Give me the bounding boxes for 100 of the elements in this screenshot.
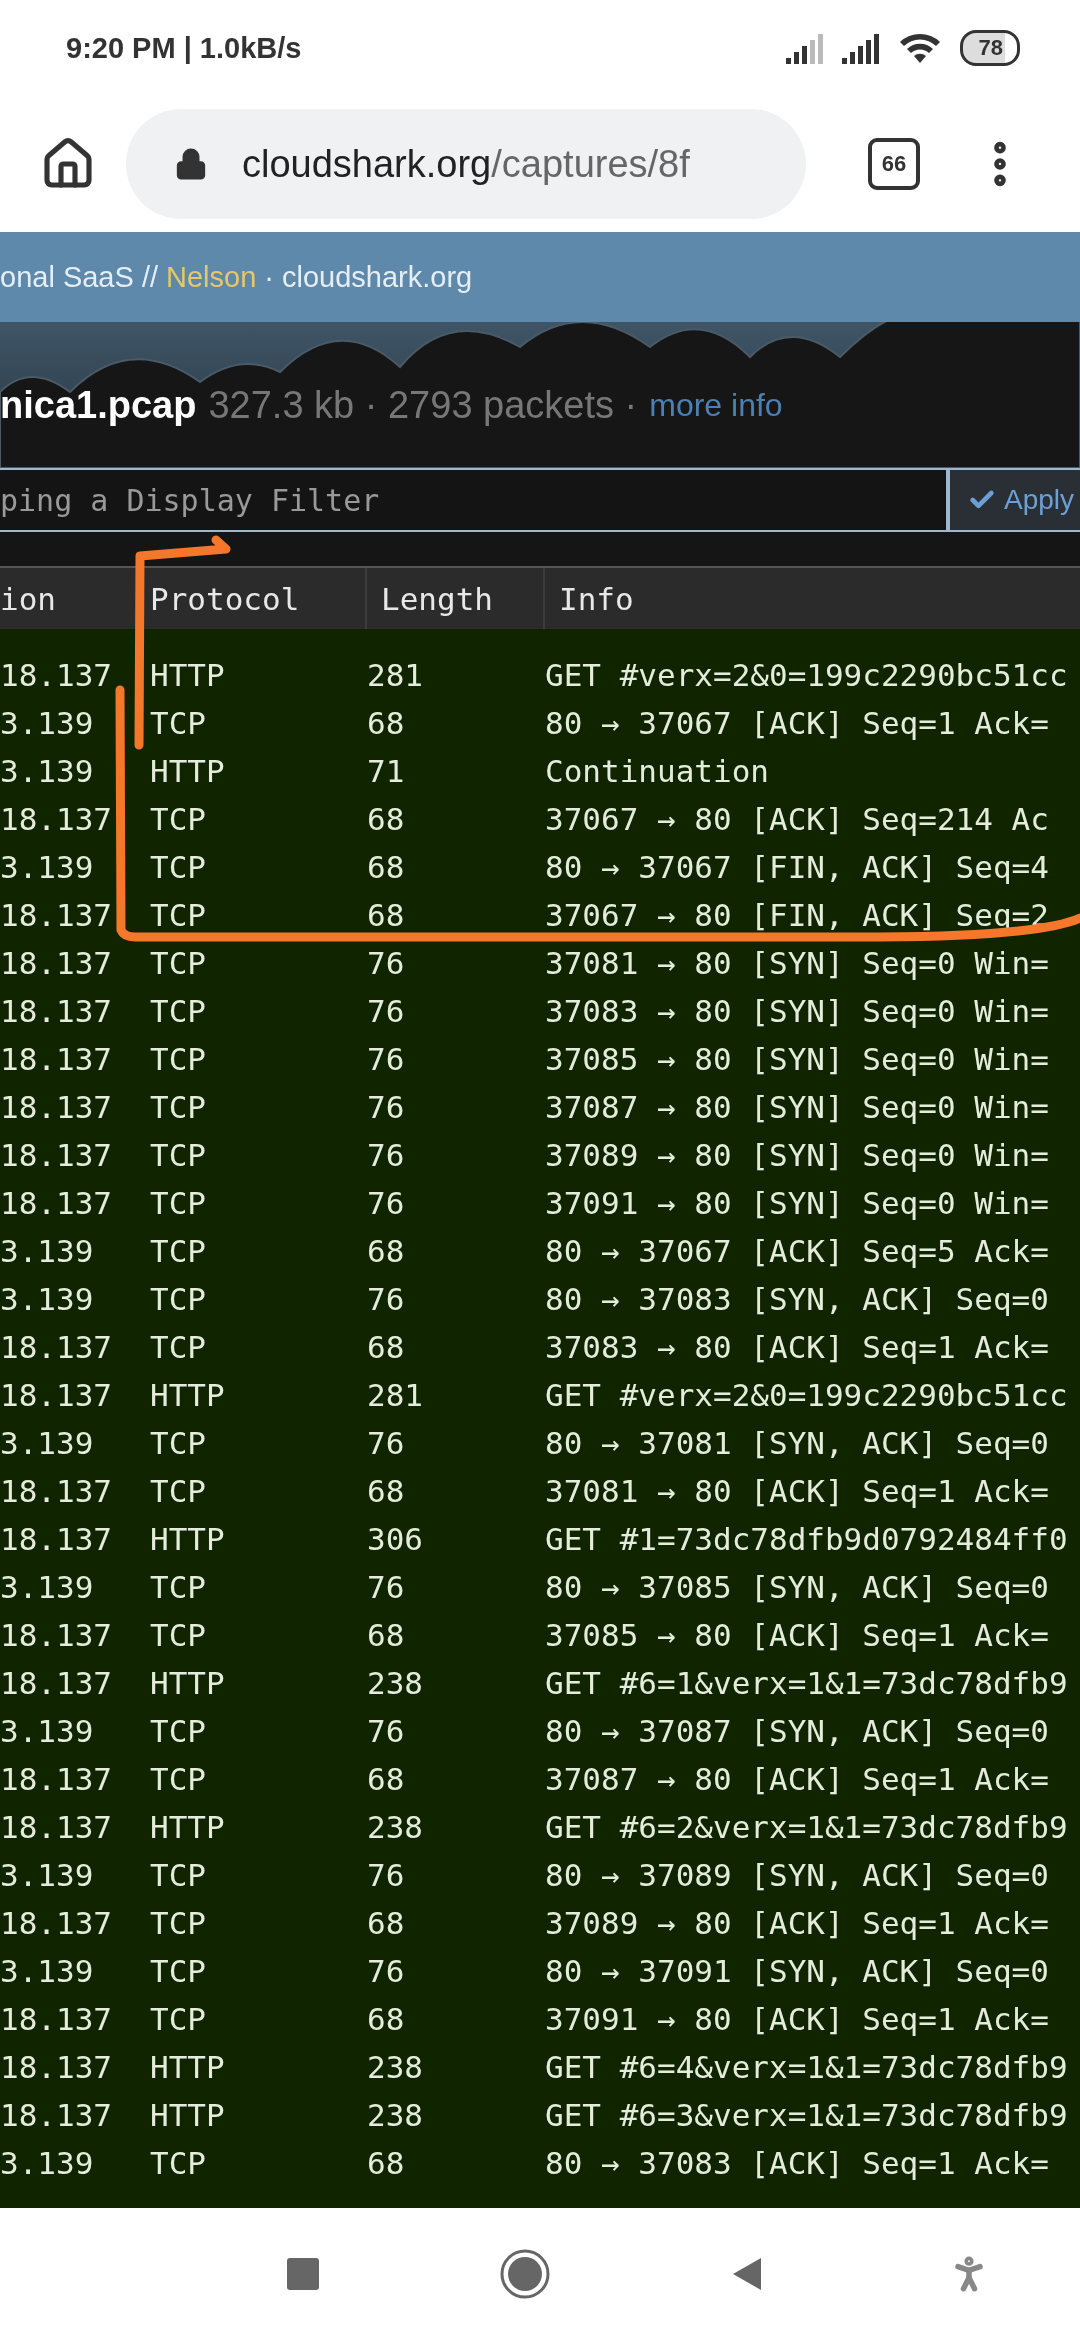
table-cell-text: TCP [150,1281,207,1317]
table-cell-text: Continuation [545,753,770,789]
table-cell-text: 18.137 [0,1377,113,1413]
table-cell-text: TCP [150,705,207,741]
table-cell-text: TCP [150,1041,207,1077]
table-cell-text: 18.137 [0,1185,113,1221]
table-cell-text: 3.139 [0,1857,95,1893]
table-cell-text: 80 → 37087 [SYN, ACK] Seq=0 [545,1713,1050,1749]
table-cell-text: 3.139 [0,753,95,789]
table-cell-text: TCP [150,993,207,1029]
table-cell-text: TCP [150,1953,207,1989]
table-cell-text: TCP [150,1713,207,1749]
table-cell-text: 68 [367,1473,406,1509]
capture-filename: nica1.pcap [0,383,197,427]
table-cell-text: TCP [150,1761,207,1797]
table-cell-text: 3.139 [0,849,95,885]
table-cell-text: GET #6=1&verx=1&1=73dc78dfb9 [545,1665,1069,1701]
table-cell-text: 37083 → 80 [SYN] Seq=0 Win= [545,993,1050,1029]
table-cell-text: 3.139 [0,1569,95,1605]
table-cell-text: TCP [150,1473,207,1509]
apply-button[interactable]: Apply [948,468,1080,532]
table-cell-text: GET #verx=2&0=199c2290bc51cc [545,1377,1069,1413]
table-cell-text: 68 [367,1329,406,1365]
table-cell-text: TCP [150,2001,207,2037]
table-cell-text: 68 [367,801,406,837]
address-bar[interactable]: cloudshark.org/captures/8f [126,109,806,219]
table-cell-text: 76 [367,1425,406,1461]
table-cell-text: 76 [367,1137,406,1173]
table-cell-text: 18.137 [0,2049,113,2085]
table-cell-text: 37087 → 80 [SYN] Seq=0 Win= [545,1089,1050,1125]
home-circle-icon[interactable] [500,2249,550,2299]
table-cell-text: TCP [150,801,207,837]
table-cell-text: 71 [367,753,406,789]
table-cell-text: TCP [150,1329,207,1365]
table-cell-text: TCP [150,1857,207,1893]
lock-icon [174,147,208,181]
table-cell-text: TCP [150,945,207,981]
url-path: /captures/8f [491,142,690,186]
table-cell-text: 18.137 [0,1617,113,1653]
table-cell-text: 238 [367,1809,424,1845]
table-cell-text: 3.139 [0,1953,95,1989]
table-cell-text: 37081 → 80 [SYN] Seq=0 Win= [545,945,1050,981]
table-cell-text: 80 → 37089 [SYN, ACK] Seq=0 [545,1857,1050,1893]
table-cell-text: 18.137 [0,945,113,981]
table-cell-text: 68 [367,1905,406,1941]
signal-icon [841,32,880,64]
table-cell-text: 3.139 [0,1281,95,1317]
url-host: cloudshark.org [242,142,492,186]
table-cell-text: 18.137 [0,1761,113,1797]
table-cell-text: 37067 → 80 [ACK] Seq=214 Ac [545,801,1050,837]
table-cell-text: 37083 → 80 [ACK] Seq=1 Ack= [545,1329,1050,1365]
table-cell-text: 68 [367,849,406,885]
table-cell-text: 80 → 37091 [SYN, ACK] Seq=0 [545,1953,1050,1989]
table-cell-text: 37091 → 80 [SYN] Seq=0 Win= [545,1185,1050,1221]
table-cell-text: TCP [150,849,207,885]
table-cell-text: 68 [367,2145,406,2181]
table-cell-text: 18.137 [0,1329,113,1365]
table-cell-text: TCP [150,1569,207,1605]
table-cell-text: 306 [367,1521,424,1557]
table-cell-text: 68 [367,897,406,933]
table-cell-text: 76 [367,1857,406,1893]
table-cell-text: 80 → 37085 [SYN, ACK] Seq=0 [545,1569,1050,1605]
table-cell-text: 238 [367,1665,424,1701]
table-cell-text: 18.137 [0,2097,113,2133]
table-cell-text: HTTP [150,1809,226,1845]
table-cell-text: GET #6=2&verx=1&1=73dc78dfb9 [545,1809,1069,1845]
table-cell-text: HTTP [150,1521,226,1557]
table-cell-text: 3.139 [0,1425,95,1461]
tab-count[interactable]: 66 [868,138,920,190]
table-cell-text: 76 [367,1569,406,1605]
table-cell-text: HTTP [150,753,226,789]
table-cell-text: 37085 → 80 [SYN] Seq=0 Win= [545,1041,1050,1077]
more-info-link[interactable]: more info [649,386,783,424]
table-cell-text: 68 [367,1761,406,1797]
table-cell-text: 18.137 [0,897,113,933]
table-cell-text: 76 [367,993,406,1029]
table-cell-text: 76 [367,1953,406,1989]
table-cell-text: 18.137 [0,1521,113,1557]
table-cell-text: TCP [150,1425,207,1461]
table-cell-text: 37085 → 80 [ACK] Seq=1 Ack= [545,1617,1050,1653]
table-cell-text: GET #1=73dc78dfb9d0792484ff0 [545,1521,1069,1557]
table-cell-text: 76 [367,945,406,981]
table-cell-text: 76 [367,1041,406,1077]
table-cell-text: 80 → 37067 [FIN, ACK] Seq=4 [545,849,1050,885]
capture-details: 327.3 kb · 2793 packets · [208,383,638,427]
table-cell-text: HTTP [150,1665,226,1701]
display-filter-field[interactable]: ping a Display Filter [0,468,948,532]
table-cell-text: 76 [367,1713,406,1749]
table-cell-text: 281 [367,1377,424,1413]
column-header[interactable]: Info [545,568,1080,629]
column-header[interactable]: ion [0,568,150,629]
back-icon[interactable] [731,2256,763,2292]
table-cell-text: 18.137 [0,993,113,1029]
signal-icon [785,32,824,64]
table-cell-text: HTTP [150,2049,226,2085]
table-cell-text: 80 → 37067 [ACK] Seq=5 Ack= [545,1233,1050,1269]
table-cell-text: 80 → 37083 [SYN, ACK] Seq=0 [545,1281,1050,1317]
table-cell-text: 18.137 [0,801,113,837]
table-cell-text: 76 [367,1089,406,1125]
table-cell-text: TCP [150,1905,207,1941]
